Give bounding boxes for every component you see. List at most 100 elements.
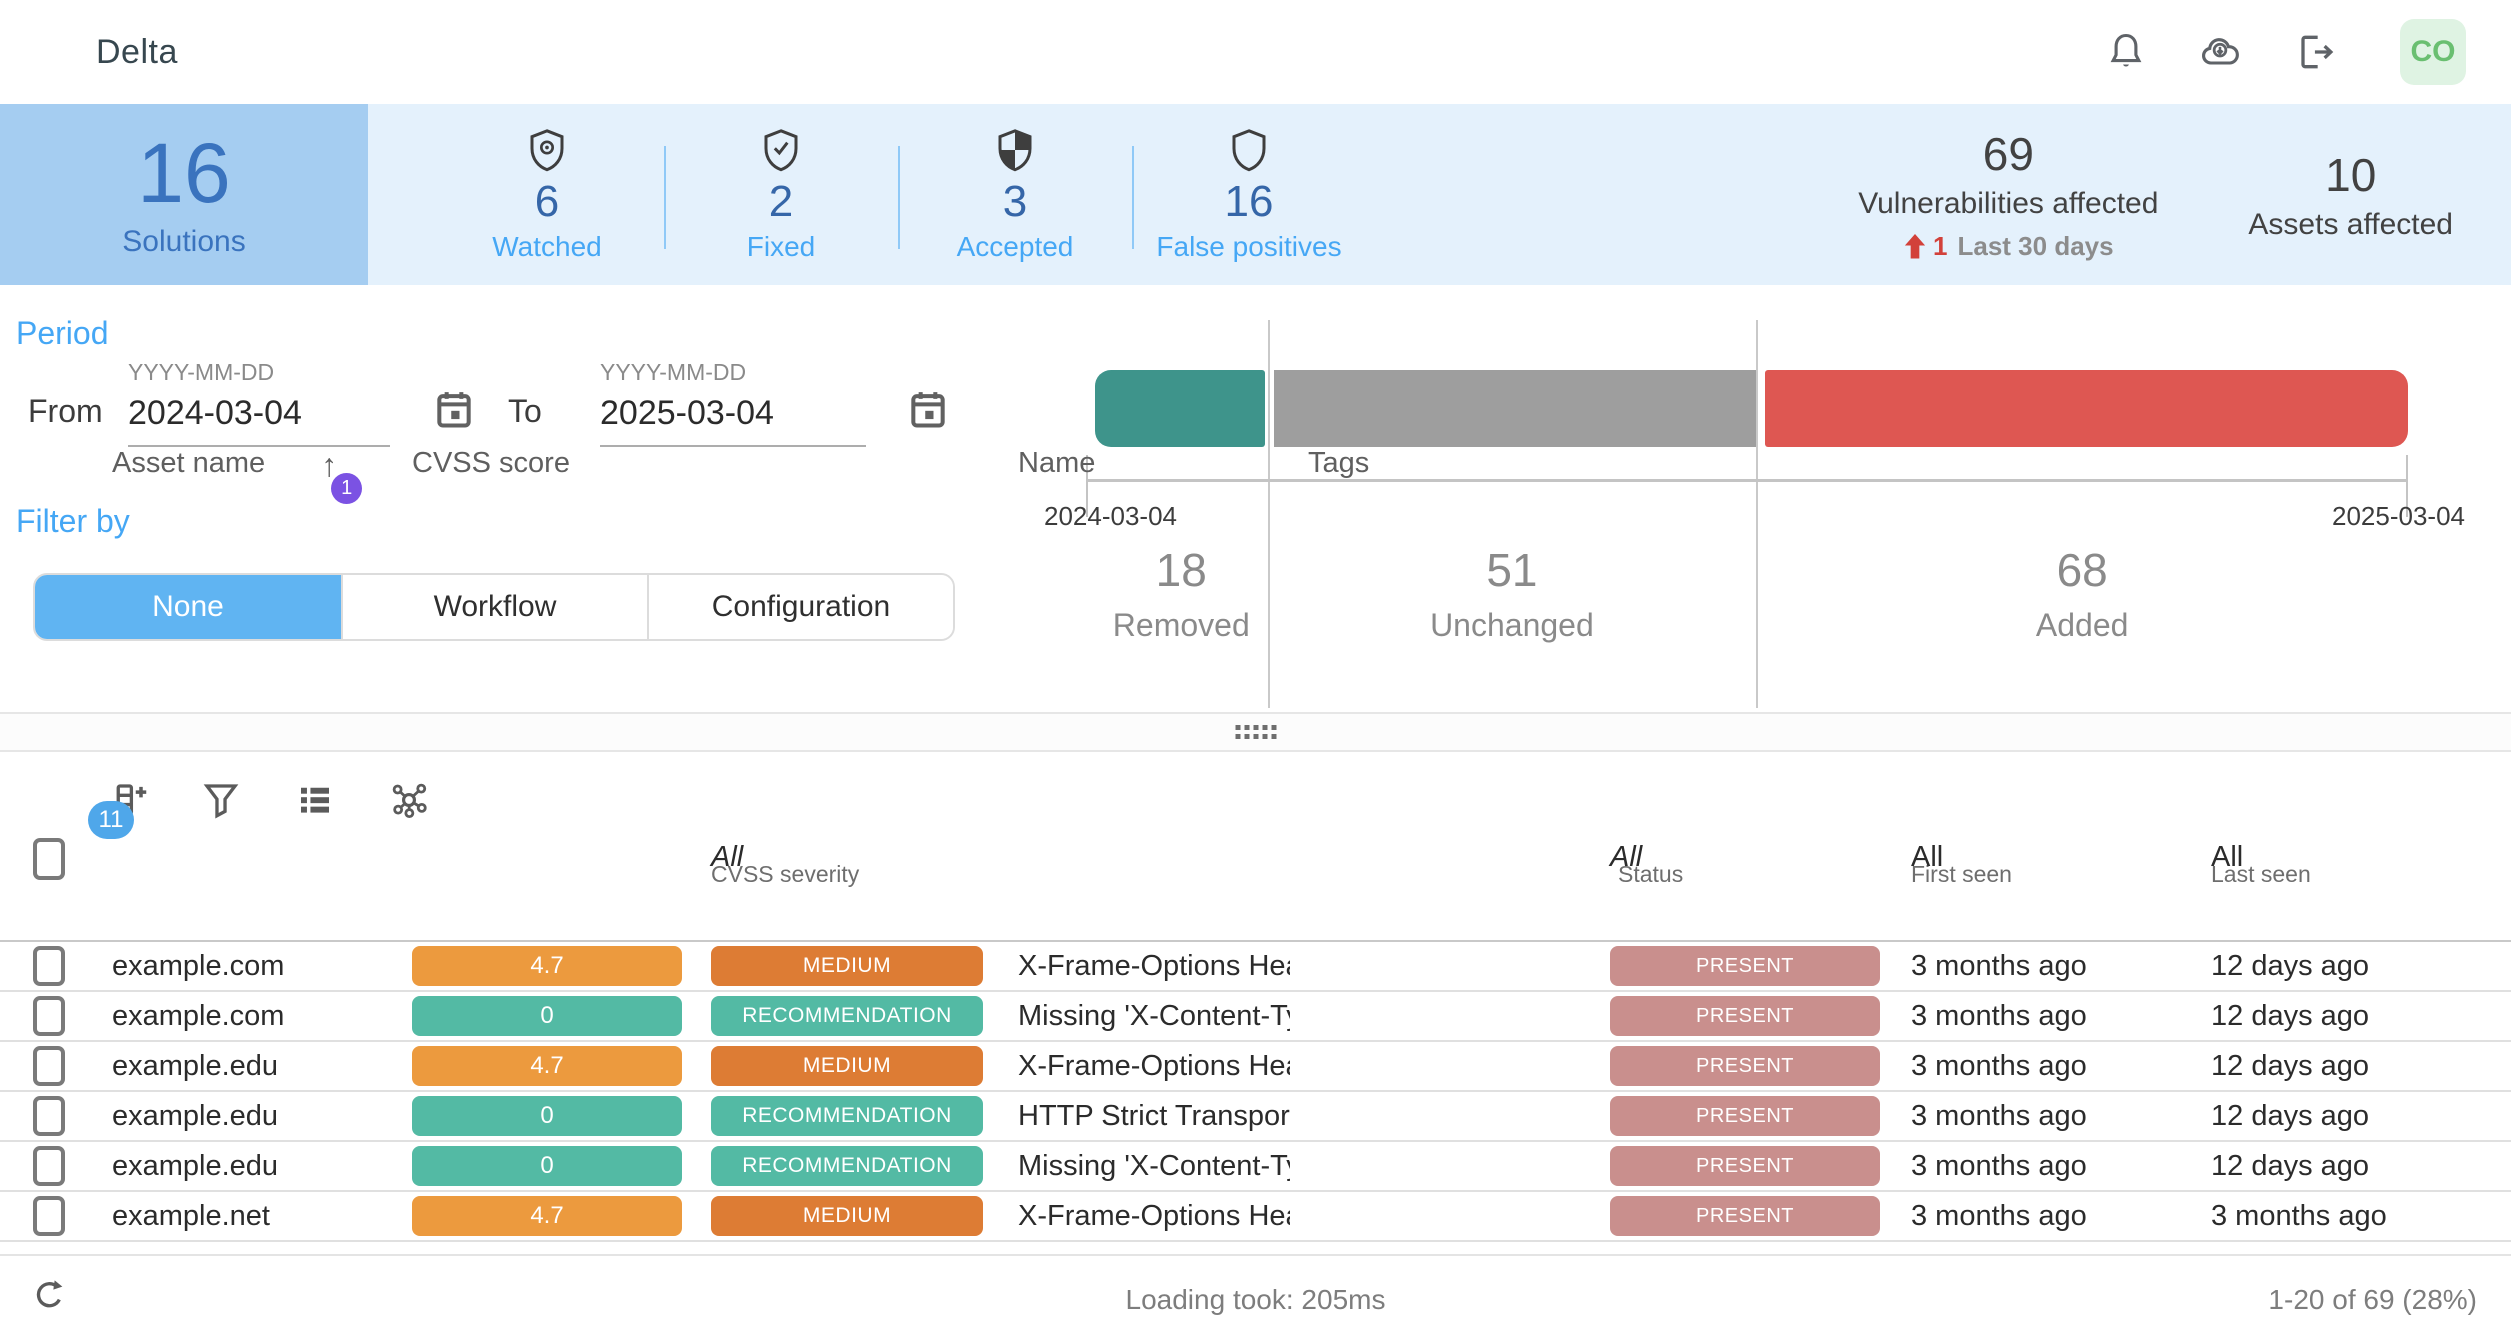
to-calendar-icon[interactable]: [906, 387, 950, 431]
assets-affected-label: Assets affected: [2248, 208, 2453, 242]
stat-tile-solutions[interactable]: 16 Solutions: [0, 104, 368, 285]
status-cell: PRESENT: [1600, 1146, 1890, 1186]
user-avatar[interactable]: CO: [2400, 19, 2466, 85]
cloud-download-icon[interactable]: [2198, 30, 2242, 74]
cvss-score-cell: 0: [412, 1146, 700, 1186]
accepted-count: 3: [1003, 177, 1027, 227]
row-checkbox[interactable]: [33, 1196, 65, 1236]
delta-bar-unchanged: [1274, 370, 1756, 447]
from-calendar-icon[interactable]: [432, 387, 476, 431]
column-header-cvss-score[interactable]: CVSS score: [412, 847, 700, 894]
to-date-input[interactable]: YYYY-MM-DD 2025-03-04: [600, 359, 866, 447]
trend-value: 1: [1933, 231, 1947, 262]
column-header-asset-name[interactable]: Asset name↑1: [96, 847, 412, 894]
table-row[interactable]: example.edu 0 RECOMMENDATION Missing 'X-…: [0, 1142, 2511, 1192]
column-header-last-seen[interactable]: Last seen All: [2190, 847, 2511, 894]
asset-name-cell: example.edu: [96, 1100, 412, 1133]
column-header-first-seen[interactable]: First seen All: [1890, 847, 2190, 894]
assets-affected-count: 10: [2325, 148, 2376, 202]
last-seen-cell: 12 days ago: [2190, 950, 2511, 983]
logout-icon[interactable]: [2292, 30, 2336, 74]
filter-option-configuration[interactable]: Configuration: [647, 575, 953, 639]
to-label: To: [508, 393, 542, 430]
status-cell: PRESENT: [1600, 1196, 1890, 1236]
select-all-column: [0, 847, 96, 894]
cvss-severity-badge: MEDIUM: [711, 1046, 983, 1086]
row-select-cell: [0, 996, 96, 1036]
delta-bar-added: [1765, 370, 2408, 447]
first-seen-cell: 3 months ago: [1890, 1050, 2190, 1083]
row-select-cell: [0, 946, 96, 986]
vulnerabilities-affected-label: Vulnerabilities affected: [1858, 187, 2158, 221]
to-date-value: 2025-03-04: [600, 394, 866, 433]
table-row[interactable]: example.edu 0 RECOMMENDATION HTTP Strict…: [0, 1092, 2511, 1142]
vulnerability-name-cell: X-Frame-Options Hea...: [1000, 950, 1290, 983]
first-seen-cell: 3 months ago: [1890, 1100, 2190, 1133]
table-footer: Loading took: 205ms 1-20 of 69 (28%): [0, 1254, 2511, 1329]
status-badge: PRESENT: [1610, 1196, 1880, 1236]
row-select-cell: [0, 1046, 96, 1086]
top-bar: Delta CO: [0, 0, 2511, 104]
delta-count-removed: 18Removed: [1095, 543, 1268, 644]
last-seen-cell: 12 days ago: [2190, 1000, 2511, 1033]
delta-count-added: 68Added: [1756, 543, 2408, 644]
vulnerabilities-affected-count: 69: [1983, 127, 2034, 181]
table-toolbar: 11: [0, 752, 2511, 847]
column-header-name[interactable]: Name: [1000, 847, 1290, 894]
last-seen-cell: 12 days ago: [2190, 1100, 2511, 1133]
delta-chart: 2024-03-04 2025-03-04 18Removed51Unchang…: [1000, 285, 2511, 712]
assets-affected-stat: 10 Assets affected: [2248, 148, 2453, 242]
row-checkbox[interactable]: [33, 1046, 65, 1086]
first-seen-cell: 3 months ago: [1890, 1000, 2190, 1033]
table-row[interactable]: example.com 4.7 MEDIUM X-Frame-Options H…: [0, 942, 2511, 992]
delta-page: Delta CO 16 Solutions 6 Wa: [0, 0, 2511, 1331]
delta-bar-removed: [1095, 370, 1265, 447]
cvss-severity-badge: RECOMMENDATION: [711, 996, 983, 1036]
cvss-score-cell: 0: [412, 996, 700, 1036]
vulnerability-name-cell: HTTP Strict Transpor...: [1000, 1100, 1290, 1133]
false-positives-label: False positives: [1156, 231, 1341, 263]
period-heading: Period: [16, 315, 109, 352]
trend-up-arrow-icon: [1903, 234, 1927, 260]
asset-name-cell: example.com: [96, 1000, 412, 1033]
last-seen-filter-value[interactable]: All: [2211, 841, 2243, 874]
cvss-score-cell: 0: [412, 1096, 700, 1136]
stat-tile-watched[interactable]: 6 Watched: [430, 104, 664, 285]
table-row[interactable]: example.com 0 RECOMMENDATION Missing 'X-…: [0, 992, 2511, 1042]
column-header-tags[interactable]: Tags: [1290, 847, 1600, 894]
cvss-severity-cell: MEDIUM: [700, 946, 1000, 986]
cvss-score-cell: 4.7: [412, 946, 700, 986]
row-checkbox[interactable]: [33, 1096, 65, 1136]
cvss-severity-cell: RECOMMENDATION: [700, 1096, 1000, 1136]
from-date-input[interactable]: YYYY-MM-DD 2024-03-04: [128, 359, 390, 447]
vulnerability-name-cell: X-Frame-Options Hea...: [1000, 1050, 1290, 1083]
stat-tile-fixed[interactable]: 2 Fixed: [664, 104, 898, 285]
status-cell: PRESENT: [1600, 996, 1890, 1036]
row-checkbox[interactable]: [33, 1146, 65, 1186]
column-header-status[interactable]: Status All: [1600, 847, 1890, 894]
vulnerability-name-cell: X-Frame-Options Hea...: [1000, 1200, 1290, 1233]
table-row[interactable]: example.edu 4.7 MEDIUM X-Frame-Options H…: [0, 1042, 2511, 1092]
cvss-severity-filter-value[interactable]: All: [711, 841, 743, 874]
cvss-score-badge: 4.7: [412, 1046, 682, 1086]
select-all-checkbox[interactable]: [33, 838, 65, 880]
row-checkbox[interactable]: [33, 996, 65, 1036]
table-row[interactable]: example.net 4.7 MEDIUM X-Frame-Options H…: [0, 1192, 2511, 1242]
table-body: example.com 4.7 MEDIUM X-Frame-Options H…: [0, 942, 2511, 1242]
shield-half-icon: [995, 127, 1035, 173]
cvss-score-badge: 0: [412, 1096, 682, 1136]
status-filter-value[interactable]: All: [1610, 841, 1642, 874]
row-checkbox[interactable]: [33, 946, 65, 986]
stat-tile-false-positives[interactable]: 16 False positives: [1132, 104, 1366, 285]
from-date-value: 2024-03-04: [128, 394, 390, 433]
notifications-bell-icon[interactable]: [2104, 30, 2148, 74]
panel-splitter[interactable]: [0, 712, 2511, 752]
column-header-cvss-severity[interactable]: CVSS severity All: [700, 847, 1000, 894]
status-badge: PRESENT: [1610, 1146, 1880, 1186]
vulnerability-name-cell: Missing 'X-Content-Ty...: [1000, 1000, 1290, 1033]
splitter-grip-icon[interactable]: [1235, 725, 1276, 739]
stat-tile-accepted[interactable]: 3 Accepted: [898, 104, 1132, 285]
status-badge: PRESENT: [1610, 1046, 1880, 1086]
sort-indicator[interactable]: ↑1: [321, 447, 337, 484]
first-seen-filter-value[interactable]: All: [1911, 841, 1943, 874]
